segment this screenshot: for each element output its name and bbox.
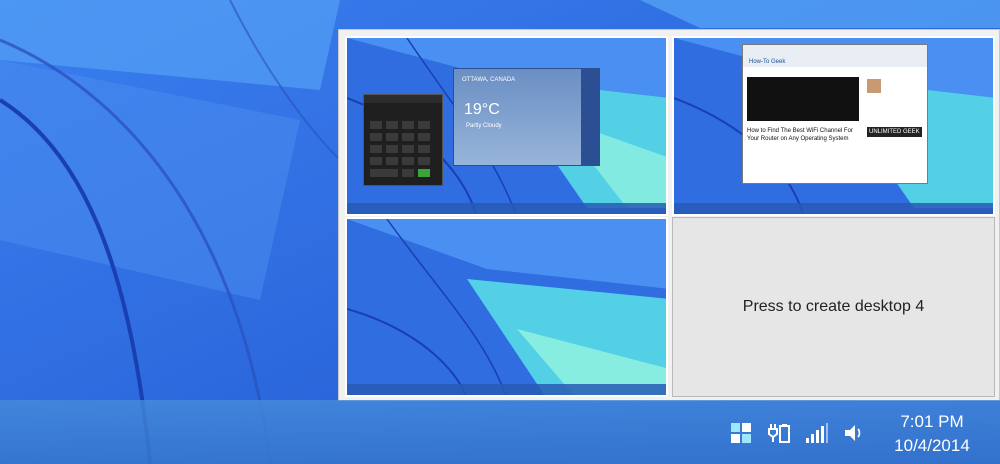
weather-window[interactable]: OTTAWA, CANADA 19°C Partly Cloudy [453,68,600,166]
calculator-window[interactable] [363,94,443,186]
task-view-flyout: OTTAWA, CANADA 19°C Partly Cloudy How-To… [338,29,1000,401]
browser-avatar [867,79,881,93]
volume-icon[interactable] [842,420,868,446]
weather-sidebar [581,69,599,165]
power-icon[interactable] [766,420,792,446]
browser-headline: How to Find The Best WiFi Channel For Yo… [747,128,853,142]
task-view-icon[interactable] [728,420,754,446]
weather-condition: Partly Cloudy [466,123,502,129]
desktop-3-taskbar [347,384,666,395]
network-signal-icon[interactable] [804,420,830,446]
clock-time: 7:01 PM [900,412,964,431]
browser-site-name: How-To Geek [749,59,786,65]
clock-date: 10/4/2014 [894,436,970,455]
desktop-1-thumbnail[interactable]: OTTAWA, CANADA 19°C Partly Cloudy [345,36,668,216]
desktop-1-taskbar [347,203,666,214]
system-tray: 7:01 PM 10/4/2014 [700,400,1000,464]
weather-temperature: 19°C [464,101,500,118]
taskbar-clock[interactable]: 7:01 PM 10/4/2014 [882,410,982,458]
taskbar: 7:01 PM 10/4/2014 [0,400,1000,464]
calculator-keypad [364,95,442,177]
browser-window[interactable]: How-To Geek How to Find The Best WiFi Ch… [742,44,928,184]
browser-chart-area [747,77,859,121]
desktop-2-thumbnail[interactable]: How-To Geek How to Find The Best WiFi Ch… [672,36,995,216]
desktop-3-wallpaper [347,219,666,395]
weather-city: OTTAWA, CANADA [462,77,516,83]
create-desktop-label: Press to create desktop 4 [742,298,925,315]
create-desktop-button[interactable]: Press to create desktop 4 [672,217,995,397]
browser-sidebar-box: UNLIMITED GEEK [867,127,922,137]
desktop-2-taskbar [674,203,993,214]
desktop-3-thumbnail[interactable] [345,217,668,397]
